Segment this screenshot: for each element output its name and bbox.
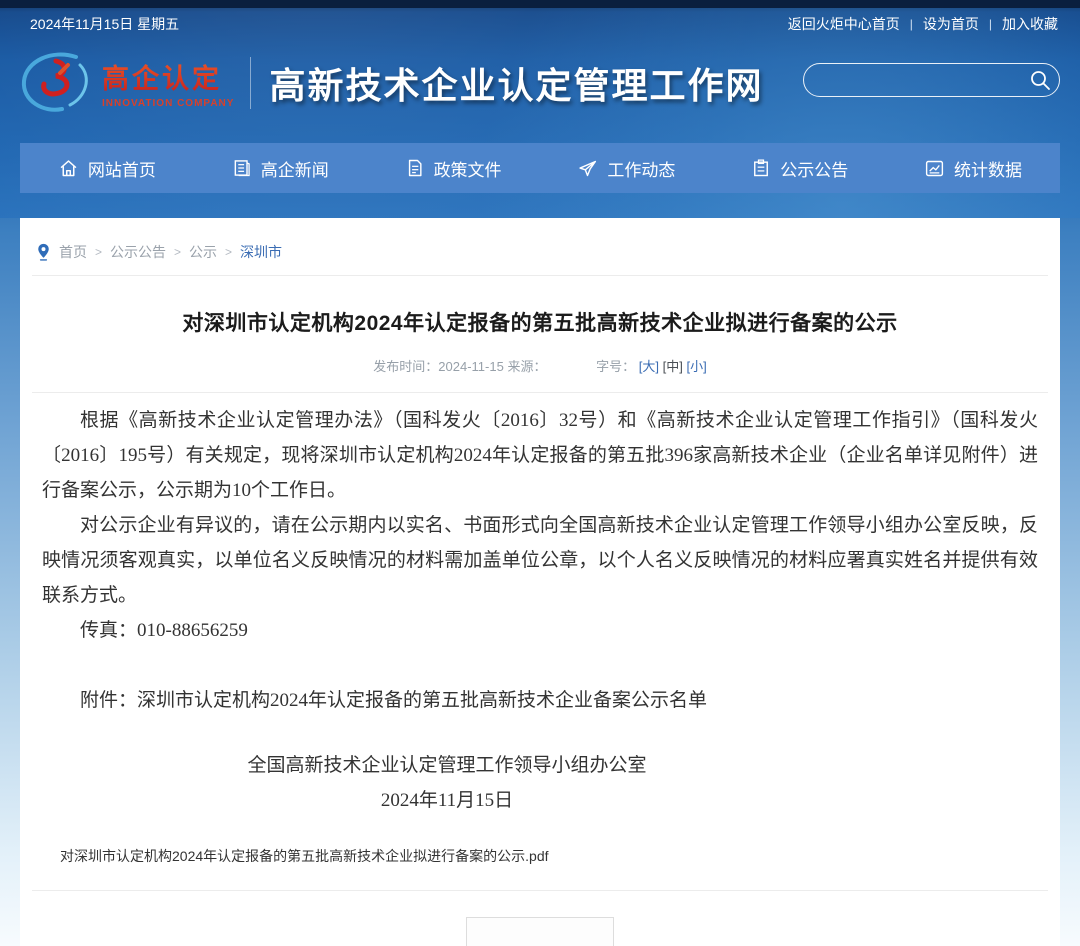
search-input[interactable] xyxy=(803,63,1060,97)
policy-icon xyxy=(405,158,425,178)
nav-label: 统计数据 xyxy=(954,156,1022,181)
nav-label: 网站首页 xyxy=(88,156,156,181)
topbar-links: 返回火炬中心首页 | 设为首页 | 加入收藏 xyxy=(788,14,1058,34)
logo-en-text: INNOVATION COMPANY xyxy=(102,98,234,109)
breadcrumb: 首页 > 公示公告 > 公示 > 深圳市 xyxy=(20,218,1060,275)
plane-icon xyxy=(577,158,598,179)
pdf-attachment-link[interactable]: 对深圳市认定机构2024年认定报备的第五批高新技术企业拟进行备案的公示.pdf xyxy=(60,846,1060,866)
signature-date: 2024年11月15日 xyxy=(42,783,852,818)
nav-label: 公示公告 xyxy=(780,156,848,181)
top-dark-strip xyxy=(0,0,1080,8)
nav-label: 高企新闻 xyxy=(261,156,329,181)
main-nav: 网站首页 高企新闻 政策文件 工作动态 xyxy=(20,143,1060,193)
nav-item-home[interactable]: 网站首页 xyxy=(48,156,166,181)
chart-icon xyxy=(924,158,945,179)
logo-cn-text: 高企认定 xyxy=(102,57,234,96)
bottom-action-box[interactable] xyxy=(466,917,614,946)
breadcrumb-current-shenzhen[interactable]: 深圳市 xyxy=(240,242,282,262)
nav-label: 政策文件 xyxy=(434,156,502,181)
search-button[interactable] xyxy=(1028,68,1052,92)
breadcrumb-announcements[interactable]: 公示公告 xyxy=(110,242,166,262)
home-icon xyxy=(58,158,79,179)
signature-office: 全国高新技术企业认定管理工作领导小组办公室 xyxy=(42,748,852,783)
link-add-favorite[interactable]: 加入收藏 xyxy=(1002,14,1058,34)
breadcrumb-divider xyxy=(32,275,1048,276)
fax-line: 传真：010-88656259 xyxy=(42,613,1038,648)
nav-item-updates[interactable]: 工作动态 xyxy=(567,156,685,181)
link-torch-home[interactable]: 返回火炬中心首页 xyxy=(788,14,900,34)
breadcrumb-home[interactable]: 首页 xyxy=(59,242,87,262)
font-size-medium-button[interactable]: [中] xyxy=(663,359,683,374)
current-date: 2024年11月15日 星期五 xyxy=(30,14,179,34)
nav-item-news[interactable]: 高企新闻 xyxy=(222,156,339,181)
site-logo-icon xyxy=(14,51,100,115)
breadcrumb-separator: > xyxy=(174,245,181,259)
logo-text-block: 高企认定 INNOVATION COMPANY xyxy=(102,57,234,109)
link-separator: | xyxy=(989,17,992,31)
site-header: 2024年11月15日 星期五 返回火炬中心首页 | 设为首页 | 加入收藏 高… xyxy=(0,0,1080,218)
search-icon xyxy=(1028,68,1052,92)
font-size-large-button[interactable]: [大] xyxy=(639,359,659,374)
article-meta: 发布时间：2024-11-15 来源： 字号： [大] [中] [小] xyxy=(20,356,1060,375)
article-body: 根据《高新技术企业认定管理办法》（国科发火〔2016〕32号）和《高新技术企业认… xyxy=(20,393,1060,818)
attachment-line: 附件：深圳市认定机构2024年认定报备的第五批高新技术企业备案公示名单 xyxy=(42,683,1038,718)
link-set-homepage[interactable]: 设为首页 xyxy=(923,14,979,34)
breadcrumb-publicity[interactable]: 公示 xyxy=(189,242,217,262)
font-size-small-button[interactable]: [小] xyxy=(686,359,706,374)
bottom-divider xyxy=(32,890,1048,891)
content-card: 首页 > 公示公告 > 公示 > 深圳市 对深圳市认定机构2024年认定报备的第… xyxy=(20,218,1060,946)
breadcrumb-separator: > xyxy=(225,245,232,259)
article-title: 对深圳市认定机构2024年认定报备的第五批高新技术企业拟进行备案的公示 xyxy=(60,307,1020,337)
nav-item-statistics[interactable]: 统计数据 xyxy=(914,156,1032,181)
search-box xyxy=(803,63,1060,97)
breadcrumb-separator: > xyxy=(95,245,102,259)
location-pin-icon xyxy=(36,243,51,261)
article-paragraph-2: 对公示企业有异议的，请在公示期内以实名、书面形式向全国高新技术企业认定管理工作领… xyxy=(42,508,1038,613)
signature-block: 全国高新技术企业认定管理工作领导小组办公室 2024年11月15日 xyxy=(42,748,1038,818)
clipboard-icon xyxy=(751,158,771,178)
brand-divider xyxy=(250,57,251,109)
link-separator: | xyxy=(910,17,913,31)
source-label: 来源： xyxy=(507,359,546,374)
publish-date: 2024-11-15 xyxy=(438,359,504,374)
nav-item-announcements[interactable]: 公示公告 xyxy=(741,156,858,181)
news-icon xyxy=(232,158,252,178)
site-title: 高新技术企业认定管理工作网 xyxy=(269,57,763,109)
top-bar: 2024年11月15日 星期五 返回火炬中心首页 | 设为首页 | 加入收藏 xyxy=(30,14,1058,34)
publish-time-label: 发布时间： xyxy=(373,359,438,374)
nav-label: 工作动态 xyxy=(607,156,675,181)
article-paragraph-1: 根据《高新技术企业认定管理办法》（国科发火〔2016〕32号）和《高新技术企业认… xyxy=(42,403,1038,508)
fontsize-label: 字号： xyxy=(596,359,635,374)
nav-item-policy[interactable]: 政策文件 xyxy=(395,156,512,181)
